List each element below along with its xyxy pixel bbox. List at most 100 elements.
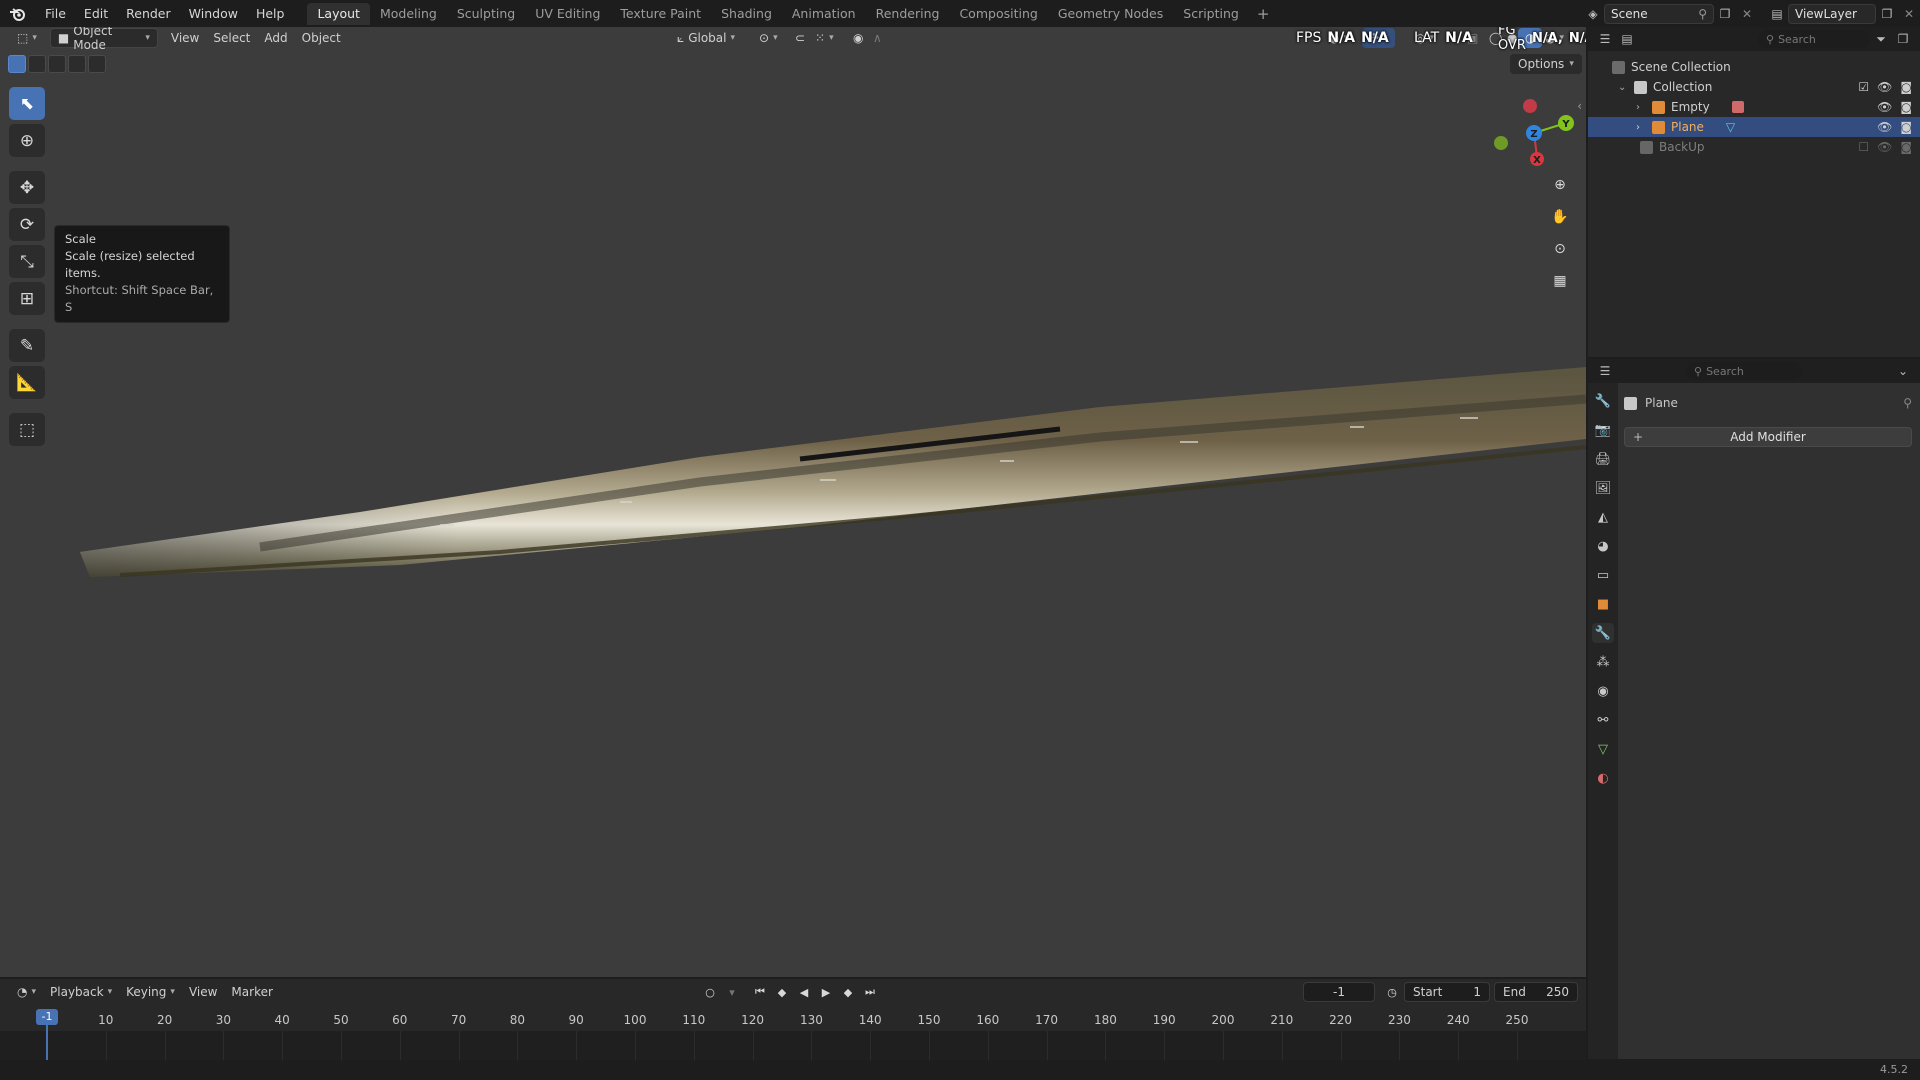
- tab-texture-paint[interactable]: Texture Paint: [610, 3, 711, 25]
- tab-sculpting[interactable]: Sculpting: [447, 3, 525, 25]
- collection-row[interactable]: ⌄ Collection ☑ 👁 ◙: [1588, 77, 1920, 97]
- editor-type-button[interactable]: ⬚ ▾: [10, 28, 44, 48]
- pin-icon[interactable]: ⚲: [1903, 396, 1912, 410]
- outliner-search-input[interactable]: ⚲ Search: [1758, 30, 1870, 48]
- modifier-tab-icon[interactable]: 🔧: [1592, 623, 1614, 643]
- tab-geometry-nodes[interactable]: Geometry Nodes: [1048, 3, 1173, 25]
- snap-target-button[interactable]: ⁙ ▾: [808, 28, 841, 48]
- constraint-icon[interactable]: [1731, 101, 1744, 113]
- timeline-menu-view[interactable]: View: [182, 982, 224, 1002]
- expand-chevron-icon[interactable]: ›: [1636, 102, 1648, 113]
- delete-view-layer-icon[interactable]: ✕: [1898, 4, 1920, 24]
- collection-tab-icon[interactable]: ▭: [1592, 565, 1614, 585]
- physics-tab-icon[interactable]: ◉: [1592, 681, 1614, 701]
- view-layer-tab-icon[interactable]: 🖼: [1592, 478, 1614, 498]
- cursor-tool[interactable]: ⊕: [9, 124, 45, 157]
- timeline-menu-playback[interactable]: Playback ▾: [43, 982, 119, 1002]
- annotate-tool[interactable]: ✎: [9, 329, 45, 362]
- end-frame-field[interactable]: End 250: [1494, 982, 1578, 1002]
- start-frame-field[interactable]: Start 1: [1404, 982, 1490, 1002]
- eye-icon[interactable]: 👁: [1877, 120, 1892, 134]
- menu-file[interactable]: File: [36, 3, 75, 25]
- transform-orientation-selector[interactable]: ⟀ Global ▾: [670, 28, 742, 48]
- display-mode-icon[interactable]: ▤: [1616, 29, 1638, 49]
- properties-search-input[interactable]: ⚲ Search: [1686, 362, 1802, 380]
- select-subtract-button[interactable]: [48, 55, 66, 73]
- frame-ruler[interactable]: 10 20 30 40 50 60 70 80 90 100 110 120 130 140 150 160 1…: [0, 1009, 1586, 1031]
- new-collection-icon[interactable]: ❐: [1892, 29, 1914, 49]
- expand-chevron-icon[interactable]: ›: [1636, 122, 1648, 133]
- blade-mesh[interactable]: [0, 27, 1586, 977]
- exclude-checkbox-icon[interactable]: ☐: [1858, 140, 1869, 154]
- measure-tool[interactable]: 📐: [9, 366, 45, 399]
- camera-icon[interactable]: ◙: [1900, 80, 1912, 94]
- rotate-tool[interactable]: ⟳: [9, 208, 45, 241]
- menu-help[interactable]: Help: [247, 3, 294, 25]
- new-view-layer-icon[interactable]: ❐: [1876, 4, 1898, 24]
- tab-compositing[interactable]: Compositing: [949, 3, 1047, 25]
- viewport-menu-select[interactable]: Select: [206, 28, 257, 48]
- select-intersect-button[interactable]: [88, 55, 106, 73]
- backup-collection-row[interactable]: BackUp ☐ 👁 ◙: [1588, 137, 1920, 157]
- delete-scene-icon[interactable]: ✕: [1736, 4, 1758, 24]
- scale-tool[interactable]: ⤡: [9, 245, 45, 278]
- eye-icon[interactable]: 👁: [1877, 140, 1892, 154]
- pin-icon[interactable]: ⚲: [1698, 5, 1707, 23]
- transform-tool[interactable]: ⊞: [9, 282, 45, 315]
- scene-collection-row[interactable]: Scene Collection: [1588, 57, 1920, 77]
- pan-hand-icon[interactable]: ✋: [1547, 204, 1573, 230]
- scene-tab-icon[interactable]: ◭: [1592, 507, 1614, 527]
- particles-tab-icon[interactable]: ⁂: [1592, 652, 1614, 672]
- properties-editor-type-icon[interactable]: ☰: [1594, 361, 1616, 381]
- mode-selector[interactable]: ■ Object Mode ▾: [49, 27, 158, 52]
- constraints-tab-icon[interactable]: ⚯: [1592, 710, 1614, 730]
- collapse-chevron-icon[interactable]: ⌄: [1618, 82, 1630, 93]
- timeline-editor-type-button[interactable]: ◔ ▾: [10, 982, 43, 1002]
- tab-scripting[interactable]: Scripting: [1173, 3, 1249, 25]
- viewport-menu-object[interactable]: Object: [295, 28, 348, 48]
- chevron-down-icon[interactable]: ▾: [722, 982, 742, 1002]
- tab-layout[interactable]: Layout: [307, 2, 370, 25]
- falloff-button[interactable]: ∧: [866, 28, 889, 48]
- 3d-viewport[interactable]: ⬚ ▾ ■ Object Mode ▾ View Select Add Objec…: [0, 27, 1586, 977]
- select-extend-button[interactable]: [28, 55, 46, 73]
- view-layer-selector[interactable]: ViewLayer: [1788, 3, 1876, 24]
- camera-icon[interactable]: ◙: [1900, 140, 1912, 154]
- auto-key-icon[interactable]: ○: [700, 982, 720, 1002]
- timeline-menu-marker[interactable]: Marker: [224, 982, 279, 1002]
- scene-type-icon[interactable]: ◈: [1582, 4, 1604, 24]
- jump-end-icon[interactable]: ⏭: [860, 982, 880, 1002]
- gizmo-neg-z-handle[interactable]: [1523, 99, 1537, 113]
- current-frame-field[interactable]: -1: [1303, 982, 1375, 1002]
- timeline-menu-keying[interactable]: Keying ▾: [119, 982, 182, 1002]
- play-reverse-icon[interactable]: ◀: [794, 982, 814, 1002]
- play-icon[interactable]: ▶: [816, 982, 836, 1002]
- navigation-gizmo[interactable]: Z Y X: [1482, 85, 1582, 175]
- prev-keyframe-icon[interactable]: ◆: [772, 982, 792, 1002]
- output-tab-icon[interactable]: 🖨: [1592, 449, 1614, 469]
- tab-modeling[interactable]: Modeling: [370, 3, 447, 25]
- new-scene-icon[interactable]: ❐: [1714, 4, 1736, 24]
- camera-view-icon[interactable]: ⊙: [1547, 236, 1573, 262]
- next-keyframe-icon[interactable]: ◆: [838, 982, 858, 1002]
- pivot-point-button[interactable]: ⊙ ▾: [752, 28, 785, 48]
- outliner-item-plane[interactable]: › Plane ▽ 👁 ◙: [1588, 117, 1920, 137]
- sidebar-toggle-icon[interactable]: ‹: [1577, 99, 1582, 113]
- eye-icon[interactable]: 👁: [1877, 100, 1892, 114]
- viewport-menu-add[interactable]: Add: [257, 28, 294, 48]
- playhead[interactable]: -1: [36, 1009, 58, 1025]
- outliner-item-empty[interactable]: › Empty 👁 ◙: [1588, 97, 1920, 117]
- camera-icon[interactable]: ◙: [1900, 100, 1912, 114]
- tab-animation[interactable]: Animation: [782, 3, 866, 25]
- tab-uv-editing[interactable]: UV Editing: [525, 3, 610, 25]
- camera-icon[interactable]: ◙: [1900, 120, 1912, 134]
- add-cube-tool[interactable]: ⬚: [9, 413, 45, 446]
- outliner-editor-type-icon[interactable]: ☰: [1594, 29, 1616, 49]
- world-tab-icon[interactable]: ◕: [1592, 536, 1614, 556]
- object-tab-icon[interactable]: ■: [1592, 594, 1614, 614]
- tab-rendering[interactable]: Rendering: [866, 3, 950, 25]
- filter-icon[interactable]: ⏷: [1870, 29, 1892, 49]
- select-invert-button[interactable]: [68, 55, 86, 73]
- options-dropdown[interactable]: Options ▾: [1510, 54, 1582, 74]
- gizmo-neg-y-handle[interactable]: [1494, 136, 1508, 150]
